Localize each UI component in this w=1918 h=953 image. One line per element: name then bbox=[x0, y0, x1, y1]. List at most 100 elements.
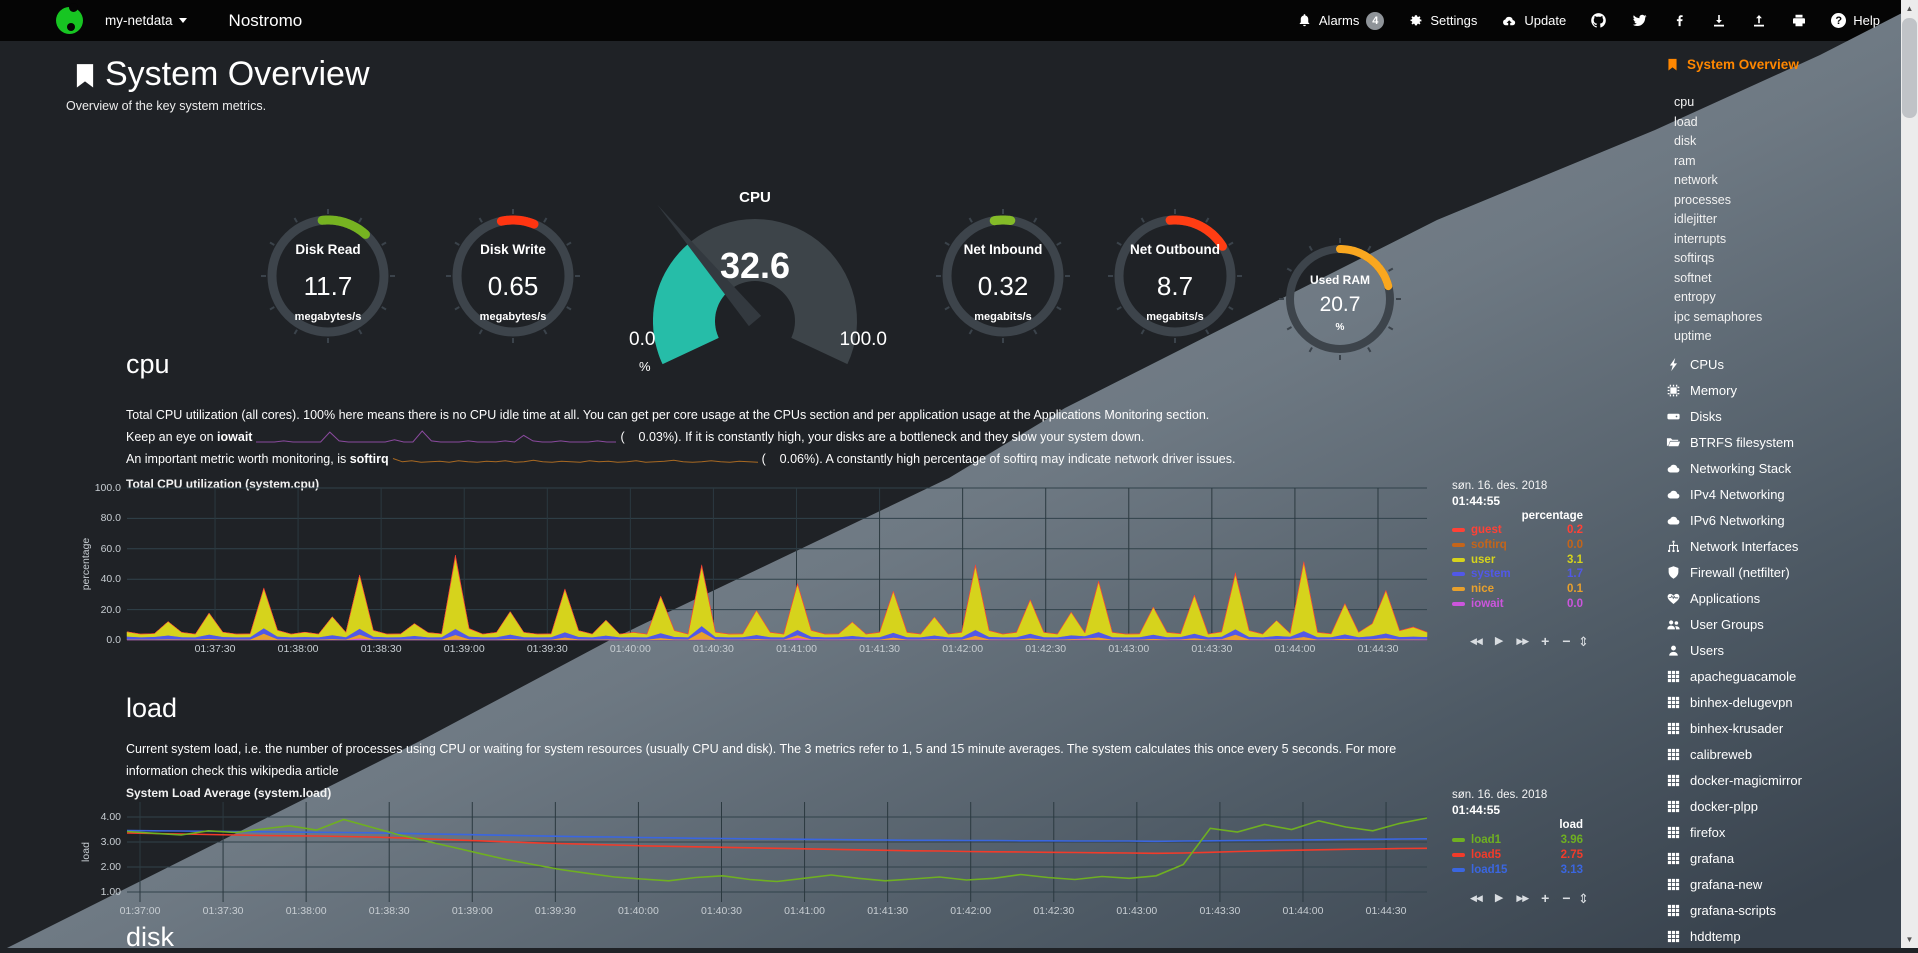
th-icon bbox=[1666, 799, 1681, 814]
update-button[interactable]: Update bbox=[1501, 13, 1566, 29]
legend-value: 0.2 bbox=[1567, 524, 1583, 537]
gauge-units: megabytes/s bbox=[448, 312, 578, 323]
gauge-value: 8.7 bbox=[1110, 273, 1240, 299]
chart-load-canvas[interactable] bbox=[127, 802, 1427, 902]
sidebar-item-cpus[interactable]: CPUs bbox=[1666, 352, 1802, 378]
legend-value: 2.75 bbox=[1561, 849, 1583, 862]
sidebar-sub-item-network[interactable]: network bbox=[1674, 171, 1762, 191]
gauge-used-ram[interactable]: Used RAM20.7% bbox=[1282, 241, 1398, 363]
sidebar-sub-item-load[interactable]: load bbox=[1674, 113, 1762, 133]
x-tick-label: 01:41:00 bbox=[774, 906, 836, 917]
sidebar-item-btrfs-filesystem[interactable]: BTRFS filesystem bbox=[1666, 430, 1802, 456]
github-button[interactable] bbox=[1590, 12, 1607, 29]
chart-resize-handle[interactable]: ⇕ bbox=[1578, 891, 1589, 907]
scrollbar-down-arrow[interactable]: ▼ bbox=[1901, 931, 1918, 948]
sidebar-item-grafana[interactable]: grafana bbox=[1666, 846, 1802, 872]
sidebar-item-firefox[interactable]: firefox bbox=[1666, 820, 1802, 846]
chart-title: System Load Average (system.load) bbox=[126, 786, 331, 800]
sidebar-item-user-groups[interactable]: User Groups bbox=[1666, 612, 1802, 638]
gauge-units: % bbox=[1282, 323, 1398, 333]
chart-toolbar: ◀◀▶▶▶+− bbox=[1470, 634, 1571, 648]
sidebar-item-disks[interactable]: Disks bbox=[1666, 404, 1802, 430]
twitter-button[interactable] bbox=[1631, 12, 1648, 29]
sidebar-item-networking-stack[interactable]: Networking Stack bbox=[1666, 456, 1802, 482]
gauge-net-outbound[interactable]: Net Outbound8.7megabits/s bbox=[1110, 214, 1240, 346]
toolbar-zoom-out-button[interactable]: − bbox=[1562, 891, 1570, 905]
scrollbar[interactable]: ▲ ▼ bbox=[1901, 0, 1918, 948]
chart-resize-handle[interactable]: ⇕ bbox=[1578, 634, 1589, 650]
toolbar-play-button[interactable]: ▶ bbox=[1495, 636, 1503, 647]
chart-cpu-canvas[interactable] bbox=[127, 488, 1427, 640]
sidebar-item-grafana-scripts[interactable]: grafana-scripts bbox=[1666, 898, 1802, 924]
sidebar-sub-item-entropy[interactable]: entropy bbox=[1674, 288, 1762, 308]
sidebar-sub-item-softirqs[interactable]: softirqs bbox=[1674, 249, 1762, 269]
scrollbar-thumb[interactable] bbox=[1902, 18, 1917, 118]
download-button[interactable] bbox=[1711, 13, 1727, 29]
sidebar-item-users[interactable]: Users bbox=[1666, 638, 1802, 664]
sidebar-sub-item-interrupts[interactable]: interrupts bbox=[1674, 230, 1762, 250]
toolbar-backward-button[interactable]: ◀◀ bbox=[1470, 894, 1482, 903]
netdata-logo-icon[interactable] bbox=[56, 7, 83, 34]
cloud-icon bbox=[1666, 487, 1681, 502]
scrollbar-up-arrow[interactable]: ▲ bbox=[1901, 0, 1918, 17]
settings-button[interactable]: Settings bbox=[1408, 13, 1477, 28]
sidebar-sub-item-cpu[interactable]: cpu bbox=[1674, 93, 1762, 113]
legend-item-guest[interactable]: guest0.2 bbox=[1452, 524, 1583, 538]
gauge-cpu[interactable]: CPU32.60.0100.0% bbox=[615, 189, 895, 381]
sidebar-item-ipv6-networking[interactable]: IPv6 Networking bbox=[1666, 508, 1802, 534]
sidebar-item-applications[interactable]: Applications bbox=[1666, 586, 1802, 612]
legend-item-user[interactable]: user3.1 bbox=[1452, 554, 1583, 568]
hostname-dropdown[interactable]: my-netdata bbox=[105, 13, 187, 28]
load-description-line2[interactable]: information check this wikipedia article bbox=[126, 760, 1396, 782]
legend-item-softirq[interactable]: softirq0.0 bbox=[1452, 539, 1583, 553]
toolbar-play-button[interactable]: ▶ bbox=[1495, 893, 1503, 904]
gauge-disk-write[interactable]: Disk Write0.65megabytes/s bbox=[448, 214, 578, 346]
sidebar-item-hddtemp[interactable]: hddtemp bbox=[1666, 924, 1802, 950]
sidebar-item-firewall-netfilter-[interactable]: Firewall (netfilter) bbox=[1666, 560, 1802, 586]
alarms-button[interactable]: Alarms 4 bbox=[1297, 12, 1384, 30]
facebook-button[interactable] bbox=[1672, 13, 1687, 28]
sidebar-sub-item-ram[interactable]: ram bbox=[1674, 152, 1762, 172]
print-button[interactable] bbox=[1791, 13, 1807, 29]
sidebar-sub-item-softnet[interactable]: softnet bbox=[1674, 269, 1762, 289]
sidebar-item-apacheguacamole[interactable]: apacheguacamole bbox=[1666, 664, 1802, 690]
legend-item-iowait[interactable]: iowait0.0 bbox=[1452, 598, 1583, 612]
legend-item-system[interactable]: system1.7 bbox=[1452, 568, 1583, 582]
sidebar-item-calibreweb[interactable]: calibreweb bbox=[1666, 742, 1802, 768]
legend-item-nice[interactable]: nice0.1 bbox=[1452, 583, 1583, 597]
legend-name: softirq bbox=[1471, 539, 1507, 552]
gauge-disk-read[interactable]: Disk Read11.7megabytes/s bbox=[263, 214, 393, 346]
sidebar-sub-item-idlejitter[interactable]: idlejitter bbox=[1674, 210, 1762, 230]
sidebar-item-system-overview[interactable]: System Overview bbox=[1666, 57, 1799, 72]
page-subtitle: Overview of the key system metrics. bbox=[66, 99, 266, 113]
sidebar-item-memory[interactable]: Memory bbox=[1666, 378, 1802, 404]
hostname-label: my-netdata bbox=[105, 13, 173, 28]
sidebar-item-docker-magicmirror[interactable]: docker-magicmirror bbox=[1666, 768, 1802, 794]
sidebar-item-docker-plpp[interactable]: docker-plpp bbox=[1666, 794, 1802, 820]
toolbar-zoom-in-button[interactable]: + bbox=[1541, 891, 1549, 905]
legend-item-load15[interactable]: load153.13 bbox=[1452, 864, 1583, 878]
sidebar-item-ipv4-networking[interactable]: IPv4 Networking bbox=[1666, 482, 1802, 508]
toolbar-zoom-out-button[interactable]: − bbox=[1562, 634, 1570, 648]
help-button[interactable]: ? Help bbox=[1831, 13, 1880, 28]
legend-item-load5[interactable]: load52.75 bbox=[1452, 849, 1583, 863]
gauge-net-inbound[interactable]: Net Inbound0.32megabits/s bbox=[938, 214, 1068, 346]
sidebar-sub-item-processes[interactable]: processes bbox=[1674, 191, 1762, 211]
upload-button[interactable] bbox=[1751, 13, 1767, 29]
toolbar-backward-button[interactable]: ◀◀ bbox=[1470, 637, 1482, 646]
legend-item-load1[interactable]: load13.96 bbox=[1452, 834, 1583, 848]
toolbar-zoom-in-button[interactable]: + bbox=[1541, 634, 1549, 648]
sidebar-item-binhex-delugevpn[interactable]: binhex-delugevpn bbox=[1666, 690, 1802, 716]
sidebar-item-grafana-new[interactable]: grafana-new bbox=[1666, 872, 1802, 898]
cloud-icon bbox=[1666, 461, 1681, 476]
toolbar-forward-button[interactable]: ▶▶ bbox=[1516, 637, 1528, 646]
x-tick-label: 01:44:30 bbox=[1347, 644, 1409, 655]
sidebar-sub-item-disk[interactable]: disk bbox=[1674, 132, 1762, 152]
toolbar-forward-button[interactable]: ▶▶ bbox=[1516, 894, 1528, 903]
sidebar-sub-item-uptime[interactable]: uptime bbox=[1674, 327, 1762, 347]
y-tick-label: 100.0 bbox=[83, 483, 121, 494]
sidebar-sub-item-ipc-semaphores[interactable]: ipc semaphores bbox=[1674, 308, 1762, 328]
gear-icon bbox=[1408, 13, 1423, 28]
sidebar-item-network-interfaces[interactable]: Network Interfaces bbox=[1666, 534, 1802, 560]
sidebar-item-binhex-krusader[interactable]: binhex-krusader bbox=[1666, 716, 1802, 742]
